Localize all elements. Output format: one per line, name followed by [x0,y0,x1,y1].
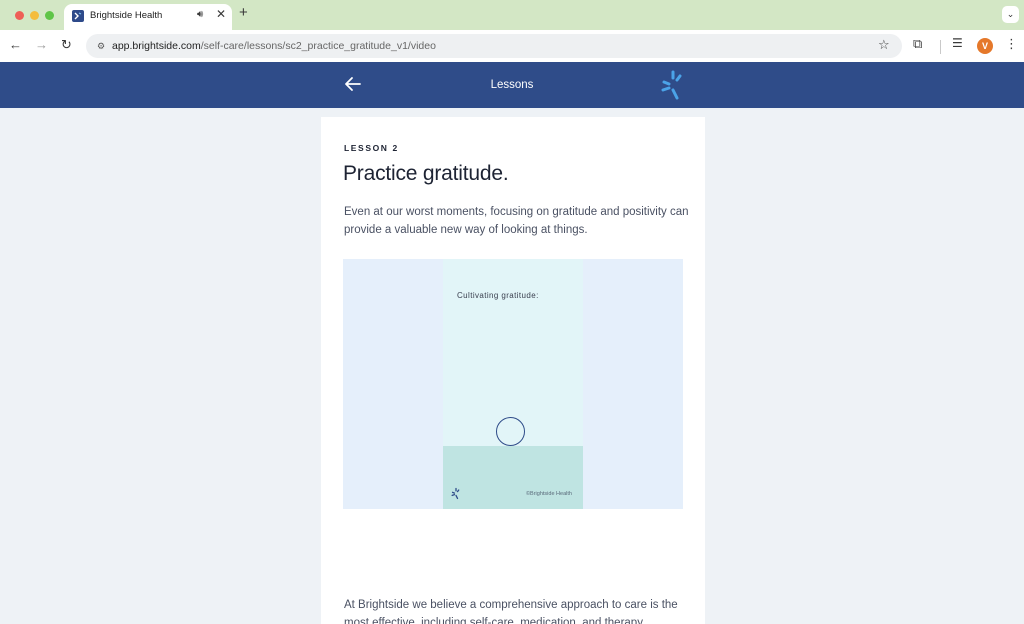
media-control-icon[interactable]: ☰ [952,36,963,50]
video-caption: Cultivating gratitude: [457,291,539,300]
back-arrow-icon[interactable]: ← [9,37,22,53]
browser-tab[interactable]: Brightside Health 🔊︎ ✕ [64,4,232,30]
forward-arrow-icon[interactable]: → [35,37,48,53]
new-tab-button[interactable]: + [239,5,248,21]
lesson-card: LESSON 2 Practice gratitude. Even at our… [321,117,705,624]
browser-menu-icon[interactable]: ⋮ [1005,36,1018,52]
reload-icon[interactable]: ↻ [61,37,72,53]
video-ball-graphic [496,417,525,446]
browser-tab-strip: Brightside Health 🔊︎ ✕ + ⌄ [0,0,1024,30]
site-info-icon[interactable]: ⚙ [94,39,108,53]
lesson-number: LESSON 2 [344,143,399,153]
app-header: Lessons [0,62,1024,108]
brightside-logo-icon [451,487,460,500]
lesson-body-text: At Brightside we believe a comprehensive… [344,599,678,624]
window-zoom-button[interactable] [45,11,54,20]
window-minimize-button[interactable] [30,11,39,20]
lesson-description: Even at our worst moments, focusing on g… [344,206,689,236]
video-credit: ©Brightside Health [526,491,572,497]
video-floor-graphic [443,446,583,509]
page-title: Lessons [490,79,534,91]
browser-toolbar: ← → ↻ ⚙ app.brightside.com/self-care/les… [0,30,1024,62]
brightside-favicon-icon [72,10,84,22]
toolbar-divider [940,40,941,54]
tab-search-chevron-icon[interactable]: ⌄ [1002,6,1019,23]
brightside-logo-icon [661,70,682,100]
address-bar[interactable]: ⚙ app.brightside.com/self-care/lessons/s… [86,34,902,58]
profile-avatar[interactable]: V [977,38,993,54]
lesson-video-player[interactable]: Cultivating gratitude: ©Brightside Healt… [343,259,683,509]
lesson-title: Practice gratitude. [343,162,509,185]
bookmark-star-icon[interactable]: ☆ [878,37,890,53]
speaker-icon[interactable]: 🔊︎ [197,9,203,20]
tab-title: Brightside Health [90,10,163,21]
video-frame: Cultivating gratitude: ©Brightside Healt… [443,259,583,509]
url-text[interactable]: app.brightside.com/self-care/lessons/sc2… [112,40,436,52]
tab-close-icon[interactable]: ✕ [216,7,226,21]
extensions-puzzle-icon[interactable]: ⧉ [913,36,922,52]
window-close-button[interactable] [15,11,24,20]
